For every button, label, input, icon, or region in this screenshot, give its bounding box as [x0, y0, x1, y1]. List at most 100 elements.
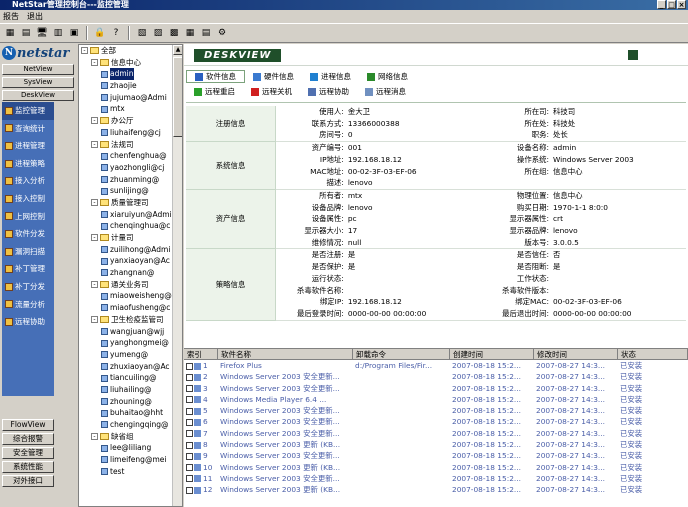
table-row[interactable]: 4 Windows Media Player 6.4 ... 2007-08-18 …	[184, 394, 688, 405]
scroll-up-icon[interactable]: ▲	[173, 45, 182, 55]
tree-node[interactable]: chenfenghua@	[79, 150, 173, 162]
expand-toggle-icon[interactable]: -	[91, 59, 98, 67]
grid-cell[interactable]: 5	[184, 405, 218, 416]
tree-node[interactable]: yumeng@	[79, 349, 173, 361]
window-icon[interactable]	[628, 50, 638, 60]
grid-cell[interactable]: 10	[184, 462, 218, 473]
lock-icon[interactable]: 🔒	[93, 26, 107, 40]
row-checkbox[interactable]	[186, 486, 193, 494]
nav-bottom-tab[interactable]: FlowView	[2, 419, 54, 431]
grid-col-header[interactable]: 卸载命令	[353, 349, 450, 360]
nav-item[interactable]: 接入分析	[2, 172, 54, 190]
tree-node[interactable]: lee@liliang	[79, 442, 173, 454]
nav-item[interactable]: 查询统计	[2, 120, 54, 138]
tab-远程消息[interactable]: 远程消息	[357, 85, 414, 98]
grid-cell[interactable]: 1	[184, 360, 218, 371]
table-row[interactable]: 3 Windows Server 2003 安全更新... 2007-08-18 1…	[184, 383, 688, 394]
calendar-icon[interactable]: ▤	[199, 26, 213, 40]
tree-node[interactable]: sunlijing@	[79, 185, 173, 197]
grid-cell[interactable]: 9	[184, 450, 218, 461]
grid-cell[interactable]: 2	[184, 371, 218, 382]
nav-item[interactable]: 远程协助	[2, 313, 54, 331]
tree-node[interactable]: - 质量管理司	[79, 197, 173, 209]
expand-toggle-icon[interactable]: -	[91, 234, 98, 242]
tree-node[interactable]: zhuxiaoyan@Ac	[79, 361, 173, 373]
nav-item[interactable]: 上网控制	[2, 208, 54, 226]
table-row[interactable]: 1 Firefox Plus d:/Program Files/Fir... 2007…	[184, 360, 688, 371]
table-view-icon[interactable]: ▦	[183, 26, 197, 40]
grid-col-header[interactable]: 索引	[184, 349, 218, 360]
tree-node[interactable]: - 办公厅	[79, 115, 173, 127]
expand-toggle-icon[interactable]: -	[91, 117, 98, 125]
scroll-thumb[interactable]	[173, 57, 182, 137]
tree-node[interactable]: xiaruiyun@Admi	[79, 209, 173, 221]
tree-node[interactable]: - 卫生检疫监管司	[79, 314, 173, 326]
tree-node[interactable]: yanghongmei@	[79, 337, 173, 349]
tree-node[interactable]: miaoweisheng@	[79, 290, 173, 302]
chart-icon[interactable]: ▩	[167, 26, 181, 40]
table-row[interactable]: 10 Windows Server 2003 更新 (KB... 2007-08-1…	[184, 462, 688, 473]
tree-node[interactable]: mtx	[79, 103, 173, 115]
grid-icon[interactable]: ▦	[3, 26, 17, 40]
nav-tab-sysview[interactable]: SysView	[2, 77, 74, 88]
nav-tab-netview[interactable]: NetView	[2, 64, 74, 75]
tab-远程重启[interactable]: 远程重启	[186, 85, 243, 98]
tree-node[interactable]: yaozhongli@cj	[79, 162, 173, 174]
tree-node[interactable]: zhuanming@	[79, 174, 173, 186]
grid-col-header[interactable]: 创建时间	[450, 349, 534, 360]
nav-item[interactable]: 补丁分发	[2, 278, 54, 296]
row-checkbox[interactable]	[186, 373, 193, 381]
expand-toggle-icon[interactable]: -	[91, 316, 98, 324]
tree-node[interactable]: zuilihong@Admi	[79, 244, 173, 256]
tab-进程信息[interactable]: 进程信息	[302, 70, 359, 83]
menu-report[interactable]: 报告	[3, 10, 19, 23]
settings-icon[interactable]: ⚙	[215, 26, 229, 40]
tree-node[interactable]: admin	[79, 68, 173, 81]
tree-node[interactable]: buhaitao@hht	[79, 407, 173, 419]
save-icon[interactable]: ▣	[67, 26, 81, 40]
tree-node[interactable]: zhouning@	[79, 396, 173, 408]
row-checkbox[interactable]	[186, 464, 193, 472]
nav-bottom-tab[interactable]: 安全管理	[2, 447, 54, 459]
minimize-button[interactable]: _	[657, 0, 666, 9]
tree-node[interactable]: tiancuiling@	[79, 372, 173, 384]
grid-cell[interactable]: 4	[184, 394, 218, 405]
grid-col-header[interactable]: 软件名称	[218, 349, 353, 360]
tree-node[interactable]: test	[79, 466, 173, 478]
row-checkbox[interactable]	[186, 475, 193, 483]
tree-scrollbar[interactable]: ▲	[172, 45, 182, 506]
expand-toggle-icon[interactable]: -	[81, 47, 88, 55]
maximize-button[interactable]: □	[667, 0, 676, 9]
close-button[interactable]: ×	[677, 0, 686, 9]
nav-item[interactable]: 进程管理	[2, 137, 54, 155]
table-row[interactable]: 6 Windows Server 2003 安全更新... 2007-08-18 1…	[184, 416, 688, 427]
row-checkbox[interactable]	[186, 385, 193, 393]
expand-toggle-icon[interactable]: -	[91, 433, 98, 441]
table-row[interactable]: 11 Windows Server 2003 安全更新... 2007-08-18 …	[184, 473, 688, 484]
tree-node[interactable]: zhangnan@	[79, 267, 173, 279]
row-checkbox[interactable]	[186, 452, 193, 460]
tree-node[interactable]: liuhaifeng@cj	[79, 127, 173, 139]
grid-cell[interactable]: 6	[184, 416, 218, 427]
table-icon[interactable]: ▤	[19, 26, 33, 40]
computer-icon[interactable]: 🖥	[35, 26, 49, 40]
tab-硬件信息[interactable]: 硬件信息	[245, 70, 302, 83]
tree-node[interactable]: - 计量司	[79, 232, 173, 244]
tab-远程协助[interactable]: 远程协助	[300, 85, 357, 98]
tree-node[interactable]: miaofusheng@c	[79, 302, 173, 314]
tree-node[interactable]: - 通关业务司	[79, 279, 173, 291]
nav-bottom-tab[interactable]: 综合报警	[2, 433, 54, 445]
grid-cell[interactable]: 8	[184, 439, 218, 450]
table-row[interactable]: 8 Windows Server 2003 更新 (KB... 2007-08-18…	[184, 439, 688, 450]
grid-cell[interactable]: 11	[184, 473, 218, 484]
table-row[interactable]: 7 Windows Server 2003 安全更新... 2007-08-18 1…	[184, 428, 688, 439]
nav-item[interactable]: 进程策略	[2, 155, 54, 173]
grid-col-header[interactable]: 修改时间	[534, 349, 618, 360]
doc-icon[interactable]: ▧	[135, 26, 149, 40]
tree-node[interactable]: chengingqing@	[79, 419, 173, 431]
row-checkbox[interactable]	[186, 430, 193, 438]
grid-cell[interactable]: 3	[184, 383, 218, 394]
nav-item[interactable]: 监控管理	[2, 102, 54, 120]
tree-node[interactable]: - 缺省组	[79, 431, 173, 443]
bars-icon[interactable]: ▥	[51, 26, 65, 40]
